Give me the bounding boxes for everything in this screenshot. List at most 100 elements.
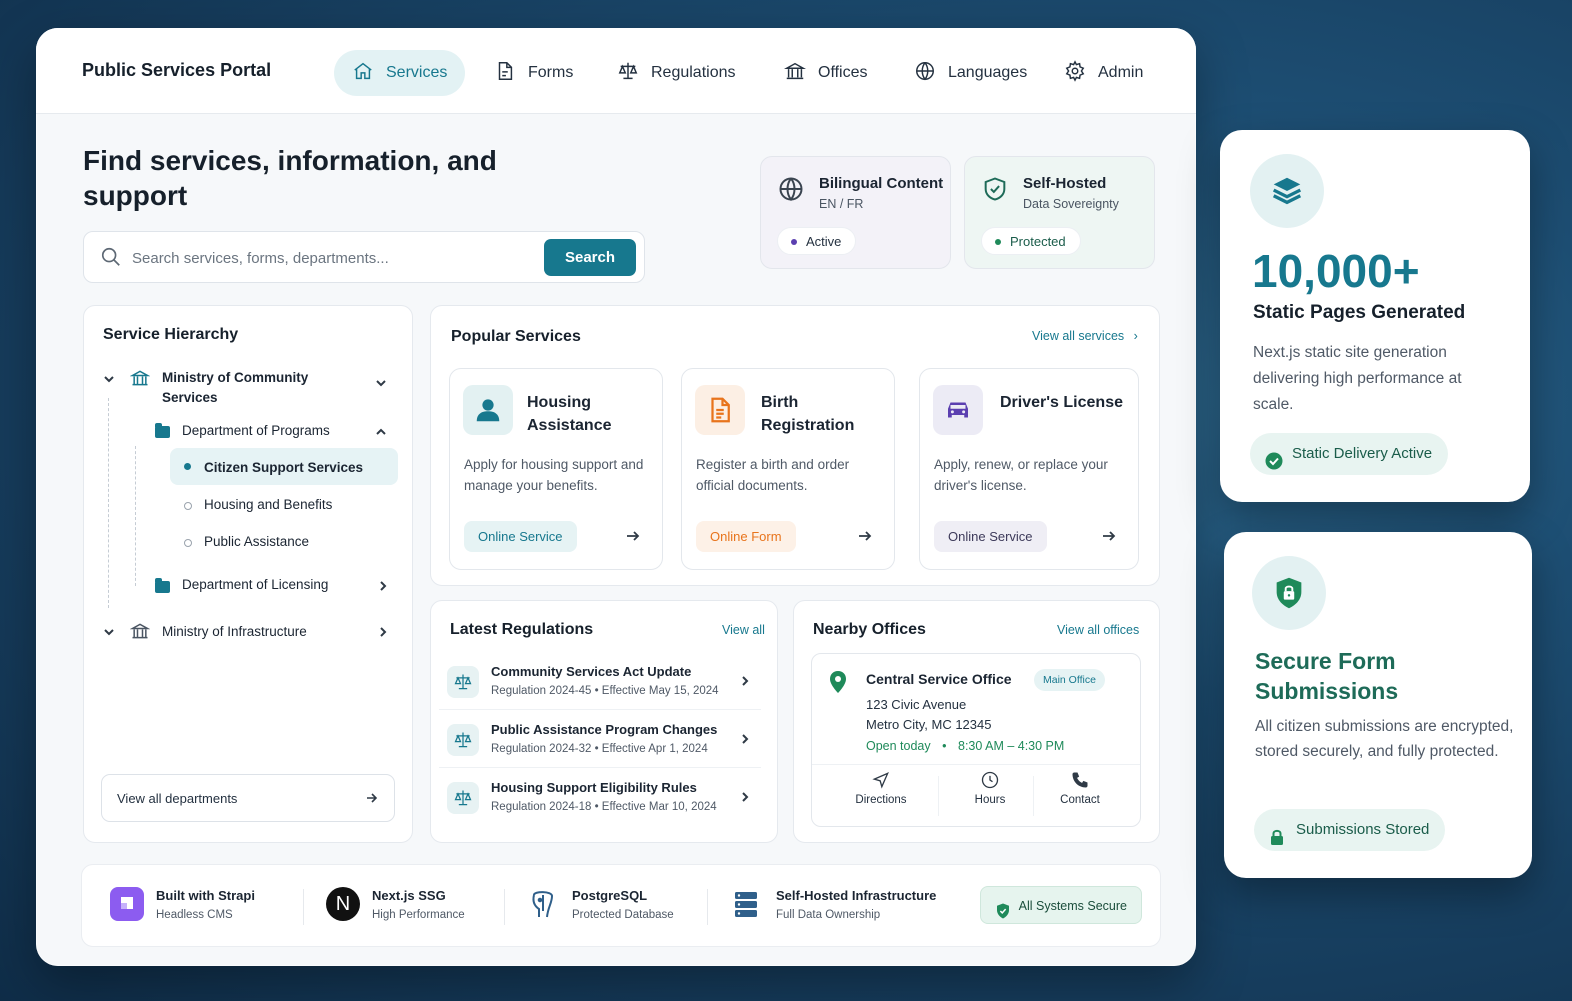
nav-admin-label: Admin [1098,64,1144,81]
tree-item-public-assistance[interactable]: Public Assistance [204,534,309,549]
regulation-row[interactable]: Public Assistance Program Changes Regula… [439,712,761,768]
service-card-birth[interactable]: Birth Registration Register a birth and … [681,368,895,570]
directions-button[interactable]: Directions [831,770,931,806]
secure-title: Secure Form Submissions [1255,648,1399,704]
tech-title: Self-Hosted Infrastructure [776,888,937,903]
globe-icon [914,60,936,87]
shield-check-icon [994,897,1012,919]
chevron-right-icon: › [1133,329,1138,343]
service-hierarchy-panel: Service Hierarchy Ministry of Community … [83,305,413,843]
phone-icon [1030,770,1130,790]
arrow-right-icon [626,529,640,543]
tech-sub: Protected Database [572,909,674,921]
office-hours-text: 8:30 AM – 4:30 PM [958,739,1065,753]
nav-regulations[interactable]: Regulations [599,50,754,96]
service-card-license[interactable]: Driver's License Apply, renew, or replac… [919,368,1139,570]
nearby-offices-panel: Nearby Offices View all offices Central … [793,600,1160,843]
regulation-meta: Regulation 2024-45 • Effective May 15, 2… [491,685,719,697]
chevron-up-icon[interactable] [375,426,387,438]
divider [938,776,939,816]
regulation-row[interactable]: Housing Support Eligibility Rules Regula… [439,770,761,826]
nav-offices-label: Offices [818,64,868,81]
nav-regulations-label: Regulations [651,64,736,81]
car-icon [933,385,983,435]
search-button[interactable]: Search [544,239,636,276]
secure-submissions-card: Secure Form Submissions All citizen subm… [1224,532,1532,878]
divider [303,889,304,925]
leaf-dot [184,502,192,510]
stat-value: 10,000+ [1252,245,1420,297]
latest-regulations-panel: Latest Regulations View all Community Se… [430,600,778,843]
chevron-right-icon[interactable] [377,580,389,592]
secure-description: All citizen submissions are encrypted, s… [1255,718,1514,760]
chevron-right-icon [739,732,751,744]
folder-icon [155,578,170,593]
tree-item-dept-licensing[interactable]: Department of Licensing [182,577,328,592]
regulation-title: Public Assistance Program Changes [491,722,718,737]
chevron-right-icon [739,790,751,802]
tree-item-citizen-support[interactable]: Citizen Support Services [204,460,363,475]
tree-item-ministry-infrastructure[interactable]: Ministry of Infrastructure [162,624,307,639]
contact-button[interactable]: Contact [1030,770,1130,806]
service-description: Register a birth and order official docu… [696,457,850,493]
tech-footer: Built with Strapi Headless CMS N Next.js… [81,864,1161,947]
building-icon [783,60,807,87]
selfhosted-card: Self-Hosted Data Sovereignty Protected [964,156,1155,269]
server-icon [730,887,764,921]
lock-icon [1269,821,1285,845]
search-input[interactable] [132,242,532,274]
chevron-right-icon[interactable] [377,626,389,638]
tree-item-ministry-community[interactable]: Ministry of Community Services [162,368,342,408]
popular-services-title: Popular Services [451,328,581,345]
regulation-row[interactable]: Community Services Act Update Regulation… [439,654,761,710]
folder-icon [155,423,170,438]
service-card-housing[interactable]: Housing Assistance Apply for housing sup… [449,368,663,570]
active-dot [184,463,191,470]
tech-title: Built with Strapi [156,888,255,903]
nav-languages-label: Languages [948,64,1028,81]
view-all-services-link[interactable]: View all services › [1032,329,1138,343]
static-delivery-label: Static Delivery Active [1292,445,1433,462]
main-office-badge: Main Office [1034,669,1105,691]
arrow-right-icon [858,529,872,543]
navigation-arrow-icon [831,770,931,790]
tech-sub: High Performance [372,909,465,921]
brand-title: Public Services Portal [82,60,272,80]
arrow-right-icon [366,792,378,804]
stat-label: Static Pages Generated [1253,302,1466,323]
nextjs-logo-icon: N [326,887,360,921]
regulation-meta: Regulation 2024-18 • Effective Mar 10, 2… [491,801,717,813]
nav-languages[interactable]: Languages [896,50,1045,96]
nav-services[interactable]: Services [334,50,466,96]
nav-forms[interactable]: Forms [476,50,591,96]
view-all-regulations-link[interactable]: View all [722,623,765,637]
regulation-title: Housing Support Eligibility Rules [491,780,697,795]
person-icon [463,385,513,435]
strapi-logo-icon [110,887,144,921]
chevron-down-icon[interactable] [103,373,115,385]
nav-admin[interactable]: Admin [1046,50,1161,96]
directions-label: Directions [855,794,907,806]
office-open-label: Open today [866,739,931,753]
shield-check-icon [981,175,1009,203]
hours-button[interactable]: Hours [940,770,1040,806]
chevron-right-icon [739,674,751,686]
tree-item-dept-programs[interactable]: Department of Programs [182,423,330,438]
regulations-title: Latest Regulations [450,621,594,638]
divider [504,889,505,925]
chevron-down-icon[interactable] [375,377,387,389]
service-title: Driver's License [1000,394,1123,411]
view-all-departments-button[interactable]: View all departments [101,774,395,822]
view-all-offices-link[interactable]: View all offices [1057,623,1139,637]
tree-item-housing-benefits[interactable]: Housing and Benefits [204,497,332,512]
contact-label: Contact [1060,794,1100,806]
chevron-down-icon[interactable] [103,626,115,638]
nav-offices[interactable]: Offices [766,50,886,96]
page-title: Find services, information, and support [83,145,497,211]
hours-label: Hours [974,794,1006,806]
document-icon [695,385,745,435]
service-description: Apply for housing support and manage you… [464,457,644,493]
search-box: Search [83,231,645,283]
office-open-status: Open today • 8:30 AM – 4:30 PM [866,739,1064,753]
nav-services-label: Services [386,64,448,81]
